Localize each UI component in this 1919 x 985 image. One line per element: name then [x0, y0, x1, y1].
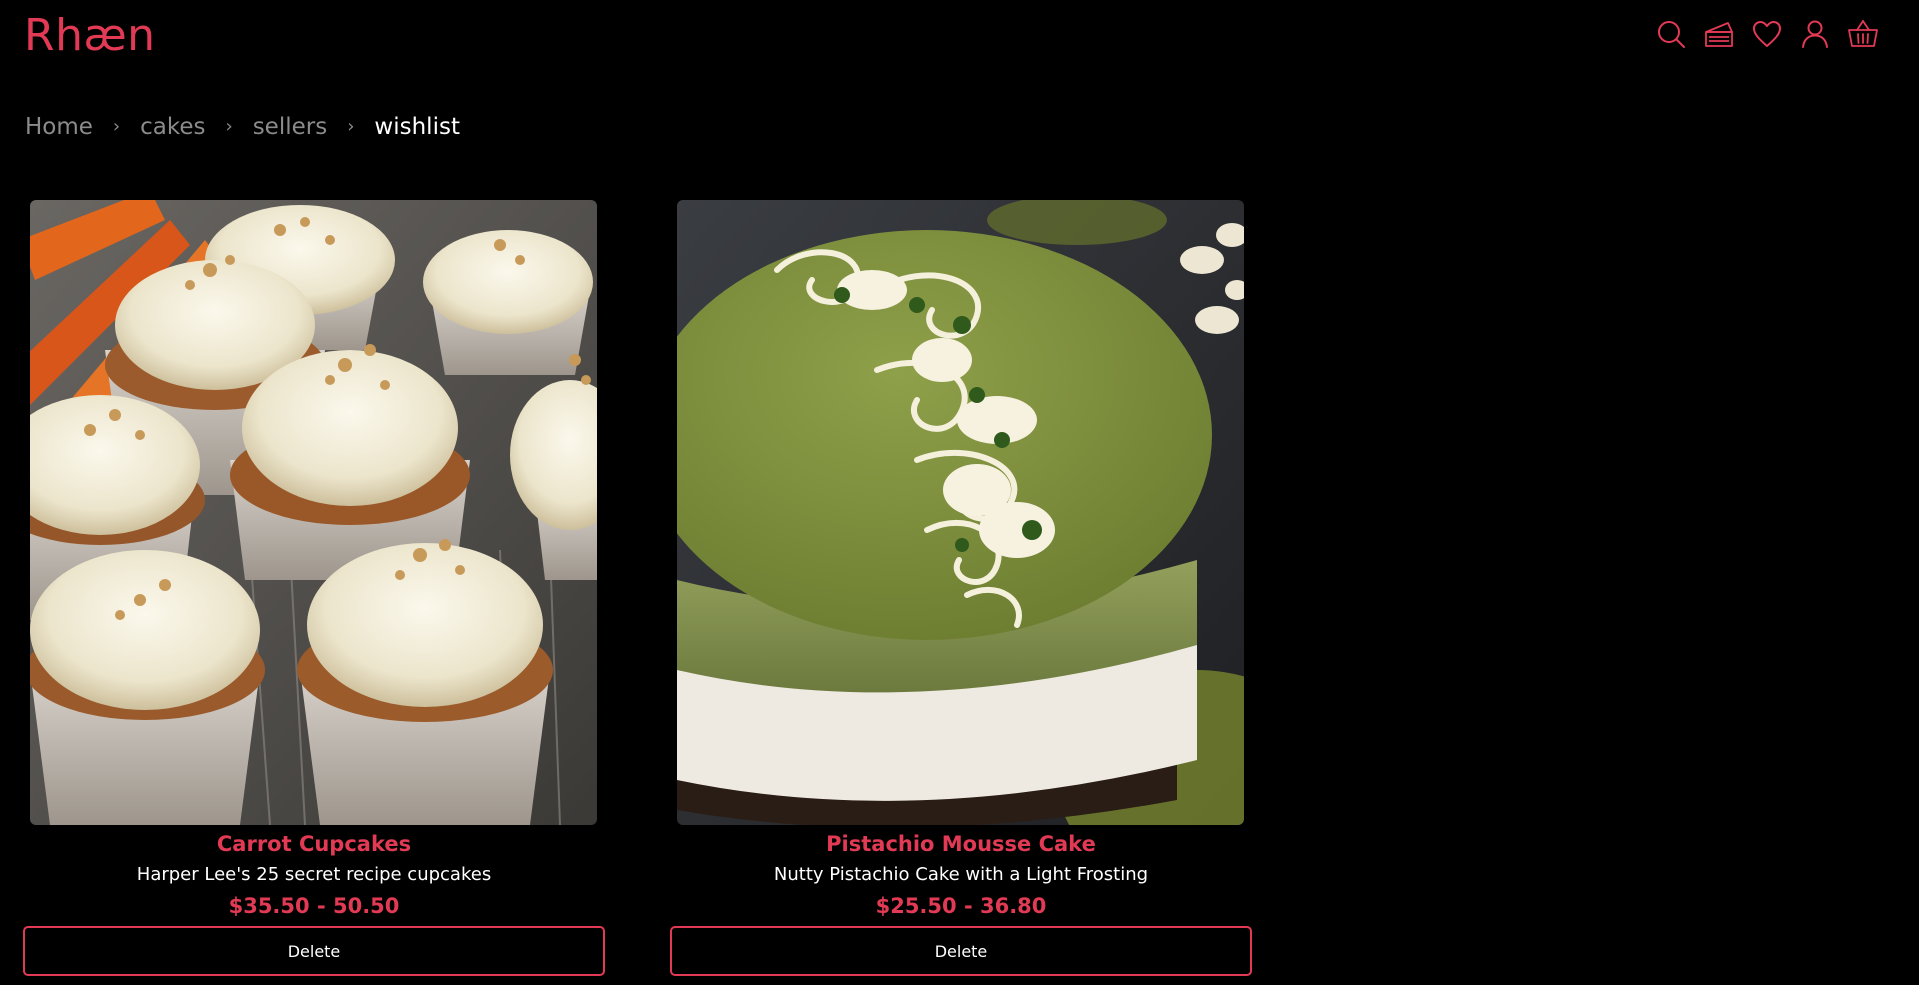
- product-image-carrot-cupcakes[interactable]: [30, 200, 597, 825]
- product-image-pistachio-mousse-cake[interactable]: [677, 200, 1244, 825]
- delete-button[interactable]: Delete: [670, 926, 1252, 976]
- product-description: Nutty Pistachio Cake with a Light Frosti…: [773, 864, 1149, 885]
- user-icon[interactable]: [1798, 17, 1832, 51]
- delete-button[interactable]: Delete: [23, 926, 605, 976]
- heart-icon[interactable]: [1750, 17, 1784, 51]
- wishlist-card: Carrot Cupcakes Harper Lee's 25 secret r…: [23, 200, 605, 976]
- breadcrumb-separator: ›: [112, 116, 121, 137]
- search-icon[interactable]: [1654, 17, 1688, 51]
- product-price: $25.50 - 36.80: [875, 894, 1047, 918]
- breadcrumb-wishlist: wishlist: [374, 114, 460, 140]
- breadcrumb: Home › cakes › sellers › wishlist: [25, 112, 460, 142]
- breadcrumb-separator: ›: [225, 116, 233, 137]
- breadcrumb-sellers[interactable]: sellers: [253, 112, 328, 142]
- product-price: $35.50 - 50.50: [228, 894, 400, 918]
- brand-logo[interactable]: Rhæn: [24, 8, 156, 64]
- breadcrumb-home[interactable]: Home: [25, 112, 93, 142]
- breadcrumb-cakes[interactable]: cakes: [140, 112, 205, 142]
- basket-icon[interactable]: [1846, 17, 1880, 51]
- page: Rhæn Home › cakes › sellers › wishlist C…: [0, 0, 1919, 985]
- product-name[interactable]: Carrot Cupcakes: [23, 830, 605, 858]
- breadcrumb-separator: ›: [347, 116, 355, 137]
- product-description: Harper Lee's 25 secret recipe cupcakes: [136, 864, 492, 885]
- wishlist-card: Pistachio Mousse Cake Nutty Pistachio Ca…: [670, 200, 1252, 976]
- cake-icon[interactable]: [1702, 17, 1736, 51]
- header-icons: [1654, 17, 1880, 51]
- product-name[interactable]: Pistachio Mousse Cake: [670, 830, 1252, 858]
